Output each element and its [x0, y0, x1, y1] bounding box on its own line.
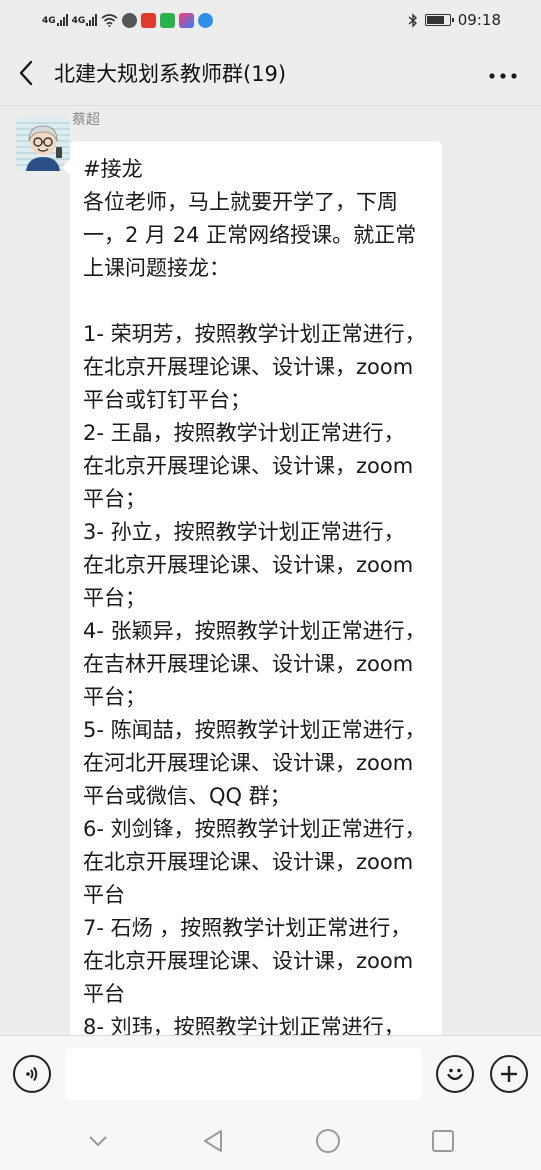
home-circle-icon — [316, 1128, 341, 1153]
message-line: 8- 刘玮，按照教学计划正常进行， — [83, 1015, 405, 1035]
message-line: 2- 王晶，按照教学计划正常进行， — [83, 421, 405, 445]
nav-back-button[interactable] — [193, 1121, 233, 1161]
collapse-nav-button[interactable] — [78, 1121, 118, 1161]
message-line: 上课问题接龙： — [83, 256, 230, 280]
network-type-1: 4G — [42, 16, 56, 26]
app-notification-icon — [160, 12, 176, 28]
back-triangle-icon — [203, 1129, 222, 1152]
message-line: #接龙 — [83, 157, 143, 181]
message-bubble[interactable]: #接龙各位老师，马上就要开学了，下周 一，2 月 24 正常网络授课。就正常 上课问… — [62, 141, 442, 1035]
back-button[interactable] — [18, 53, 48, 93]
status-bar: 4G 4G 09:18 — [0, 0, 541, 40]
message-line: 平台 — [83, 883, 125, 907]
app-notification-icon — [122, 12, 138, 28]
more-dots-icon — [489, 73, 517, 79]
message-line: 各位老师，马上就要开学了，下周 — [83, 190, 398, 214]
message-line: 在北京开展理论课、设计课，zoom — [83, 850, 414, 874]
message-line: 1- 荣玥芳，按照教学计划正常进行， — [83, 322, 426, 346]
message-line: 平台 — [83, 982, 125, 1006]
plus-icon — [501, 1065, 517, 1082]
message-line: 在北京开展理论课、设计课，zoom — [83, 949, 414, 973]
voice-button[interactable] — [13, 1054, 51, 1093]
chat-title: 北建大规划系教师群(19) — [54, 61, 287, 86]
battery-icon — [424, 14, 454, 26]
status-left: 4G 4G — [42, 12, 214, 28]
message-line — [83, 285, 429, 318]
message-line: 在河北开展理论课、设计课，zoom — [83, 751, 414, 775]
system-nav-bar — [0, 1111, 541, 1170]
message-line: 平台或钉钉平台； — [83, 388, 251, 412]
bluetooth-icon — [408, 12, 417, 28]
app-notification-icon — [141, 12, 157, 28]
emoji-icon — [447, 1068, 463, 1080]
signal-bars-icon — [86, 14, 98, 26]
message-line: 平台； — [83, 685, 146, 709]
nav-recents-button[interactable] — [423, 1121, 463, 1161]
status-right: 09:18 — [408, 11, 501, 29]
message-line: 平台或微信、QQ 群； — [83, 784, 291, 808]
message-line: 平台； — [83, 586, 146, 610]
app-notification-icon — [179, 12, 195, 28]
nav-home-button[interactable] — [308, 1121, 348, 1161]
network-type-2: 4G — [71, 16, 86, 26]
recents-square-icon — [432, 1129, 455, 1152]
message-line: 在北京开展理论课、设计课，zoom — [83, 355, 414, 379]
message-line: 5- 陈闻喆，按照教学计划正常进行， — [83, 718, 426, 742]
message-line: 4- 张颖异，按照教学计划正常进行， — [83, 619, 426, 643]
message-line: 3- 孙立，按照教学计划正常进行， — [83, 520, 405, 544]
collapse-chevron-icon — [88, 1135, 107, 1146]
signal-2: 4G — [72, 14, 98, 26]
input-actions — [436, 1054, 528, 1093]
message-line: 平台； — [83, 487, 146, 511]
app-notification-icon — [198, 12, 214, 28]
chevron-left-icon — [19, 60, 33, 85]
signal-1: 4G — [42, 14, 68, 26]
wifi-icon — [101, 13, 118, 27]
status-time: 09:18 — [457, 11, 501, 29]
more-button[interactable] — [483, 60, 523, 85]
plus-button[interactable] — [490, 1054, 528, 1093]
voice-icon — [26, 1066, 38, 1081]
message-line: 7- 石炀 ，按照教学计划正常进行， — [83, 916, 412, 940]
sender-name: 蔡超 — [72, 112, 100, 128]
emoji-button[interactable] — [436, 1054, 474, 1093]
message-line: 一，2 月 24 正常网络授课。就正常 — [83, 223, 417, 247]
message-line: 在北京开展理论课、设计课，zoom — [83, 553, 414, 577]
message-line: 在北京开展理论课、设计课，zoom — [83, 454, 414, 478]
input-bar — [0, 1035, 541, 1111]
message-input[interactable] — [65, 1047, 422, 1100]
message-line: 6- 刘剑锋，按照教学计划正常进行， — [83, 817, 426, 841]
message-line: 在吉林开展理论课、设计课，zoom — [83, 652, 414, 676]
signal-bars-icon — [56, 14, 68, 26]
chat-area[interactable]: 蔡超 #接龙各位老师，马上就要开学了，下周 一，2 月 24 正常网络授课。就正常… — [0, 107, 541, 1035]
chat-header: 北建大规划系教师群(19) — [0, 40, 541, 106]
